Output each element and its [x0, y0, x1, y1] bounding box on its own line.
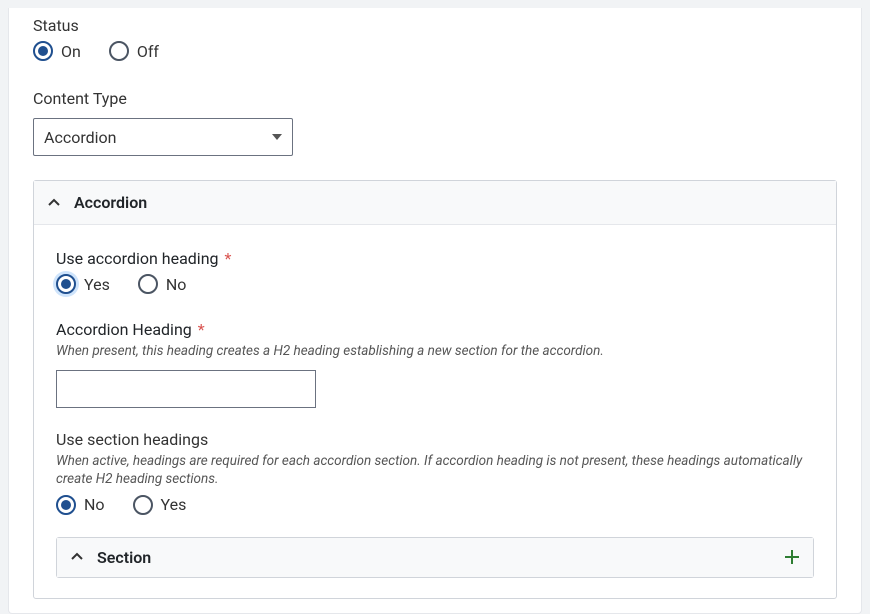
chevron-down-icon [272, 134, 282, 140]
content-type-label: Content Type [33, 89, 837, 108]
no-label: No [84, 495, 105, 514]
accordion-heading-help: When present, this heading creates a H2 … [56, 342, 814, 360]
content-type-field: Content Type Accordion [9, 89, 861, 156]
radio-icon [109, 41, 129, 61]
chevron-up-icon [46, 195, 62, 211]
content-type-select[interactable]: Accordion [33, 118, 293, 156]
section-panel-title: Section [97, 548, 151, 567]
radio-icon [56, 495, 76, 515]
status-option-on[interactable]: On [33, 41, 81, 61]
accordion-heading-label: Accordion Heading * [56, 320, 205, 339]
use-section-headings-label: Use section headings [56, 430, 814, 449]
use-section-headings-help: When active, headings are required for e… [56, 452, 814, 488]
yes-label: Yes [161, 495, 187, 514]
required-marker: * [194, 320, 205, 339]
use-section-headings-yes[interactable]: Yes [133, 495, 187, 515]
plus-icon[interactable] [783, 548, 801, 566]
section-panel: Section [56, 537, 814, 578]
use-accordion-heading-no[interactable]: No [138, 274, 187, 294]
section-panel-toggle[interactable]: Section [57, 538, 813, 577]
status-option-off[interactable]: Off [109, 41, 159, 61]
status-label: Status [33, 16, 837, 35]
content-type-value: Accordion [44, 128, 116, 147]
chevron-up-icon [69, 549, 85, 565]
use-section-headings-radio-group: No Yes [56, 495, 814, 515]
use-section-headings-field: Use section headings When active, headin… [56, 430, 814, 514]
no-label: No [166, 275, 187, 294]
accordion-heading-input[interactable] [56, 370, 316, 408]
status-radio-group: On Off [33, 41, 837, 61]
use-accordion-heading-yes[interactable]: Yes [56, 274, 110, 294]
required-marker: * [221, 249, 232, 268]
use-accordion-heading-radio-group: Yes No [56, 274, 814, 294]
accordion-panel-title: Accordion [74, 193, 147, 212]
use-section-headings-no[interactable]: No [56, 495, 105, 515]
status-field: Status On Off [9, 8, 861, 61]
radio-icon [56, 274, 76, 294]
use-accordion-heading-field: Use accordion heading * Yes No [56, 249, 814, 294]
accordion-panel-body: Use accordion heading * Yes No Accordi [34, 225, 836, 598]
yes-label: Yes [84, 275, 110, 294]
accordion-panel-toggle[interactable]: Accordion [34, 181, 836, 225]
radio-icon [138, 274, 158, 294]
accordion-heading-field: Accordion Heading * When present, this h… [56, 320, 814, 408]
form-card: Status On Off Content Type Accordion Acc… [8, 8, 862, 614]
radio-icon [33, 41, 53, 61]
radio-icon [133, 495, 153, 515]
accordion-panel: Accordion Use accordion heading * Yes No [33, 180, 837, 599]
status-off-label: Off [137, 42, 159, 61]
status-on-label: On [61, 42, 81, 61]
use-accordion-heading-label: Use accordion heading * [56, 249, 231, 268]
